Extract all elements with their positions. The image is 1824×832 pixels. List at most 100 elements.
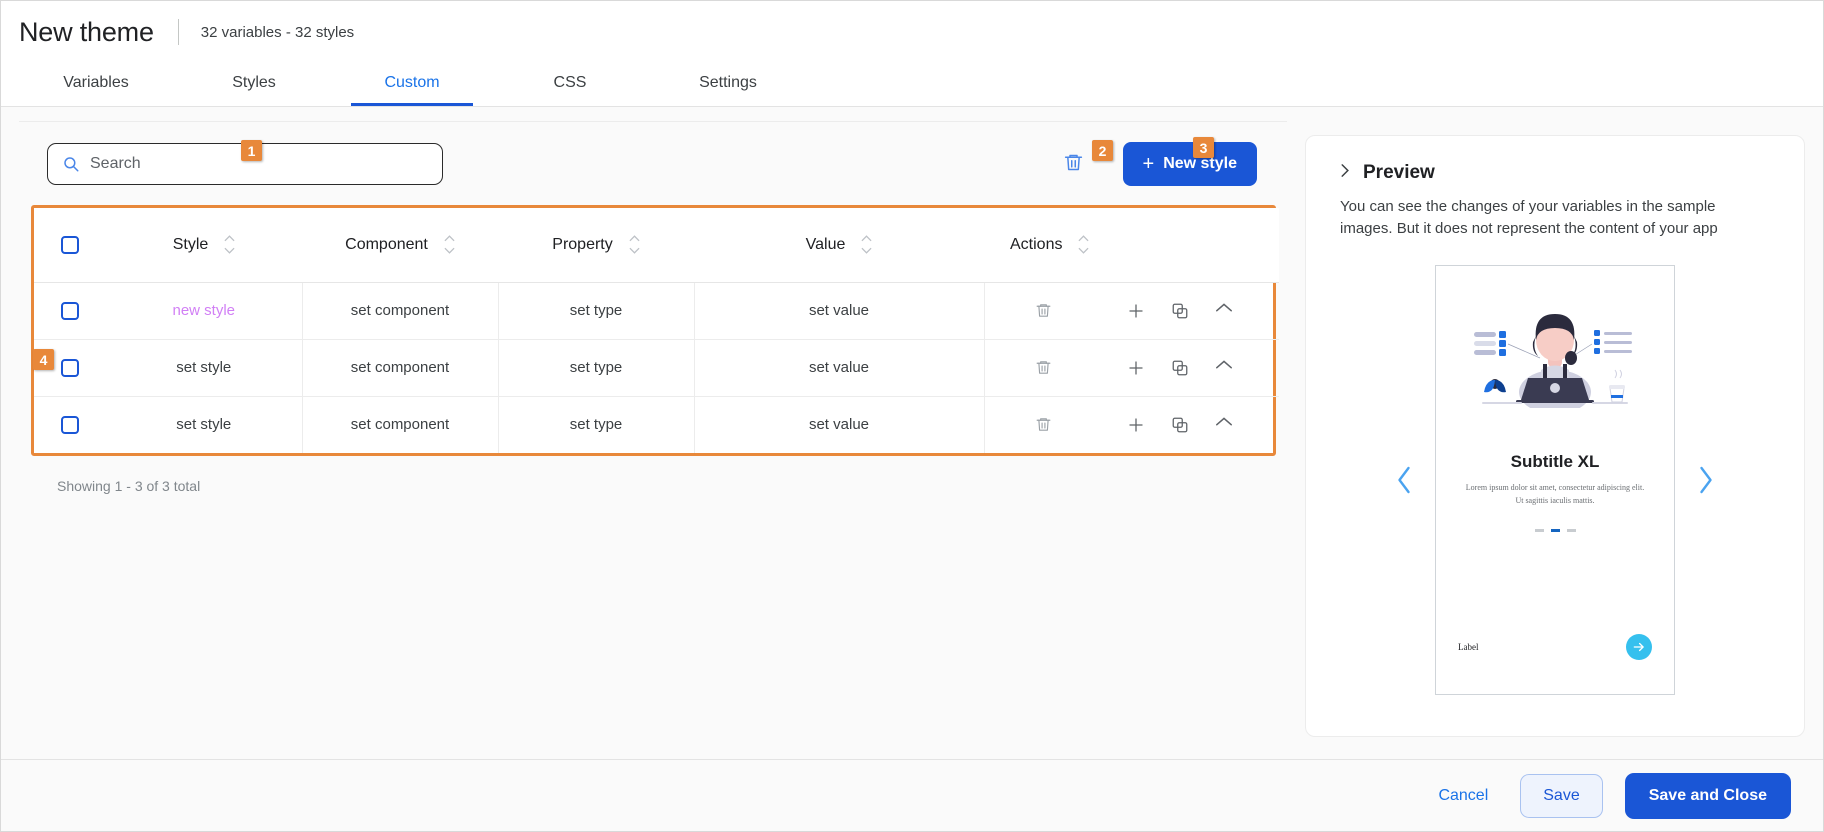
tab-variables[interactable]: Variables: [35, 63, 157, 106]
pagination-dot-active[interactable]: [1551, 529, 1560, 532]
styles-table-container: Style Component: [31, 205, 1276, 456]
tab-styles[interactable]: Styles: [193, 63, 315, 106]
styles-table: Style Component: [34, 208, 1279, 453]
styles-toolbar: + New style: [19, 121, 1287, 205]
row-style-cell[interactable]: set style: [106, 396, 302, 453]
row-actions-cell: [984, 339, 1279, 396]
new-style-button[interactable]: + New style: [1123, 142, 1258, 186]
select-all-checkbox[interactable]: [61, 236, 79, 254]
sort-actions-button[interactable]: [1078, 235, 1089, 254]
person-at-laptop-illustration: [1470, 300, 1640, 408]
row-component-cell[interactable]: set component: [302, 282, 498, 339]
theme-meta-counts: 32 variables - 32 styles: [201, 24, 354, 41]
row-delete-icon[interactable]: [1035, 302, 1052, 319]
theme-editor-window: New theme 32 variables - 32 styles Varia…: [0, 0, 1824, 832]
trash-icon: [1063, 152, 1084, 176]
row-checkbox[interactable]: [61, 359, 79, 377]
tab-custom[interactable]: Custom: [351, 63, 473, 106]
row-value-cell[interactable]: set value: [694, 339, 984, 396]
carousel-next-chevron-right-icon[interactable]: [1697, 466, 1714, 494]
preview-description: You can see the changes of your variable…: [1340, 196, 1740, 240]
preview-title: Preview: [1363, 162, 1435, 184]
row-duplicate-icon[interactable]: [1171, 302, 1189, 320]
row-style-cell[interactable]: set style: [106, 339, 302, 396]
header-property: Property: [498, 208, 694, 282]
toolbar-actions: + New style: [1057, 142, 1274, 186]
row-collapse-chevron-up-icon[interactable]: [1215, 359, 1233, 377]
row-style-cell[interactable]: new style: [106, 282, 302, 339]
save-button[interactable]: Save: [1520, 774, 1602, 818]
cancel-button[interactable]: Cancel: [1428, 779, 1498, 813]
row-checkbox[interactable]: [61, 416, 79, 434]
search-icon: [62, 155, 80, 173]
header-actions-label: Actions: [1010, 236, 1062, 254]
styles-pane: 1 2 3 4: [19, 121, 1287, 759]
row-checkbox[interactable]: [61, 302, 79, 320]
row-delete-icon[interactable]: [1035, 416, 1052, 433]
card-body-text: Lorem ipsum dolor sit amet, consectetur …: [1464, 482, 1646, 508]
header-style: Style: [106, 208, 302, 282]
row-select-cell: [34, 396, 106, 453]
header-select-all: [34, 208, 106, 282]
tab-bar: Variables Styles Custom CSS Settings: [1, 63, 1823, 107]
row-collapse-chevron-up-icon[interactable]: [1215, 416, 1233, 434]
annotation-badge-4: 4: [33, 349, 54, 370]
table-header-row: Style Component: [34, 208, 1279, 282]
plus-icon: +: [1143, 154, 1155, 174]
row-component-cell[interactable]: set component: [302, 339, 498, 396]
sort-property-button[interactable]: [629, 235, 640, 254]
annotation-badge-2: 2: [1092, 140, 1113, 161]
sort-style-button[interactable]: [224, 235, 235, 254]
table-head: Style Component: [34, 208, 1279, 282]
card-subtitle: Subtitle XL: [1511, 452, 1600, 472]
table-row[interactable]: set style set component set type set val…: [34, 339, 1279, 396]
row-actions-cell: [984, 396, 1279, 453]
sort-component-button[interactable]: [444, 235, 455, 254]
header-actions: Actions: [984, 208, 1279, 282]
row-actions-cell: [984, 282, 1279, 339]
row-add-icon[interactable]: [1127, 359, 1145, 377]
table-row[interactable]: new style set component set type set val…: [34, 282, 1279, 339]
row-property-cell[interactable]: set type: [498, 339, 694, 396]
preview-carousel: Subtitle XL Lorem ipsum dolor sit amet, …: [1340, 250, 1770, 711]
card-pagination-dots: [1535, 529, 1576, 532]
sort-value-button[interactable]: [861, 235, 872, 254]
preview-sample-card: Subtitle XL Lorem ipsum dolor sit amet, …: [1435, 265, 1675, 695]
row-property-cell[interactable]: set type: [498, 396, 694, 453]
header-component-label: Component: [345, 236, 428, 254]
header-value: Value: [694, 208, 984, 282]
save-and-close-button[interactable]: Save and Close: [1625, 773, 1791, 819]
card-label: Label: [1458, 642, 1479, 652]
header-component: Component: [302, 208, 498, 282]
row-add-icon[interactable]: [1127, 416, 1145, 434]
main-content: 1 2 3 4: [1, 107, 1823, 759]
row-collapse-chevron-up-icon[interactable]: [1215, 302, 1233, 320]
annotation-badge-3: 3: [1193, 137, 1214, 158]
row-value-cell[interactable]: set value: [694, 396, 984, 453]
carousel-prev-chevron-left-icon[interactable]: [1396, 466, 1413, 494]
title-divider: [178, 19, 179, 45]
row-duplicate-icon[interactable]: [1171, 416, 1189, 434]
pagination-dot[interactable]: [1567, 529, 1576, 532]
table-row[interactable]: set style set component set type set val…: [34, 396, 1279, 453]
row-component-cell[interactable]: set component: [302, 396, 498, 453]
header-style-label: Style: [173, 236, 209, 254]
row-value-cell[interactable]: set value: [694, 282, 984, 339]
card-next-fab-arrow-right-icon[interactable]: [1626, 634, 1652, 660]
card-footer: Label: [1436, 634, 1674, 694]
header-value-label: Value: [806, 236, 846, 254]
annotation-badge-1: 1: [241, 140, 262, 161]
header-property-label: Property: [552, 236, 612, 254]
row-add-icon[interactable]: [1127, 302, 1145, 320]
tab-settings[interactable]: Settings: [667, 63, 789, 106]
row-delete-icon[interactable]: [1035, 359, 1052, 376]
preview-header[interactable]: Preview: [1340, 162, 1770, 184]
row-duplicate-icon[interactable]: [1171, 359, 1189, 377]
dialog-footer: Cancel Save Save and Close: [1, 759, 1823, 831]
chevron-right-icon[interactable]: [1340, 163, 1351, 183]
table-body: new style set component set type set val…: [34, 282, 1279, 453]
row-property-cell[interactable]: set type: [498, 282, 694, 339]
tab-css[interactable]: CSS: [509, 63, 631, 106]
delete-selected-button[interactable]: [1057, 147, 1091, 181]
pagination-dot[interactable]: [1535, 529, 1544, 532]
